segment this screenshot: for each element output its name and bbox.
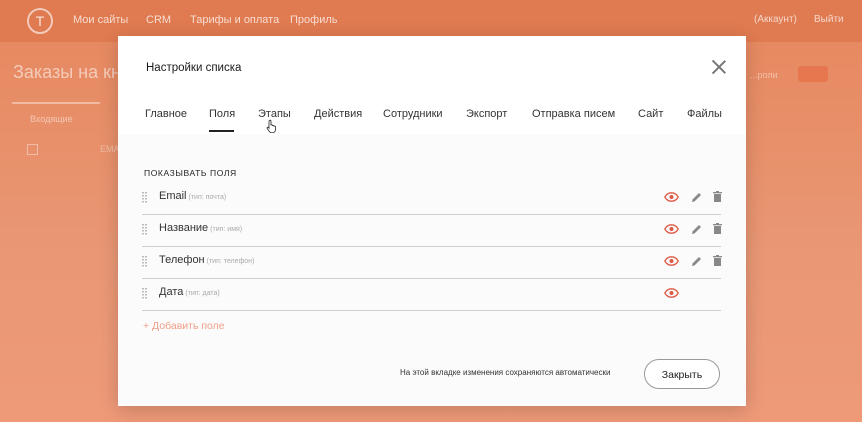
tab-export[interactable]: Экспорт <box>466 108 507 120</box>
account-label[interactable]: (Аккаунт) <box>754 14 797 25</box>
field-type: (тип: имя) <box>210 226 243 233</box>
eye-icon[interactable] <box>664 288 679 298</box>
trash-icon[interactable] <box>713 255 722 266</box>
show-fields-label: ПОКАЗЫВАТЬ ПОЛЯ <box>144 168 237 178</box>
tab-fields[interactable]: Поля <box>209 108 235 120</box>
drag-handle-icon[interactable] <box>142 224 148 236</box>
field-row-date: Дата (тип: дата) <box>142 278 721 311</box>
background-page-title: Заказы на кн <box>13 62 121 82</box>
field-name: Название (тип: имя) <box>159 222 243 234</box>
tab-employees[interactable]: Сотрудники <box>383 108 443 120</box>
drag-handle-icon[interactable] <box>142 192 148 204</box>
eye-icon[interactable] <box>664 256 679 266</box>
nav-my-sites[interactable]: Мои сайты <box>73 14 128 26</box>
drag-handle-icon[interactable] <box>142 288 148 300</box>
nav-profile[interactable]: Профиль <box>290 14 338 26</box>
tab-email-sending[interactable]: Отправка писем <box>532 108 615 120</box>
pencil-icon[interactable] <box>691 192 702 203</box>
eye-icon[interactable] <box>664 224 679 234</box>
modal-header: Настройки списка Главное Поля Этапы Дейс… <box>118 36 746 134</box>
trash-icon[interactable] <box>713 223 722 234</box>
field-type: (тип: дата) <box>185 290 220 297</box>
field-name: Дата (тип: дата) <box>159 286 220 298</box>
field-type: (тип: телефон) <box>206 258 255 265</box>
tab-actions[interactable]: Действия <box>314 108 362 120</box>
list-settings-modal: Настройки списка Главное Поля Этапы Дейс… <box>118 36 746 406</box>
logout-link[interactable]: Выйти <box>814 14 844 25</box>
background-row-snippet: EMA <box>100 144 120 154</box>
pencil-icon[interactable] <box>691 256 702 267</box>
nav-plans[interactable]: Тарифы и оплата <box>190 14 279 26</box>
field-type: (тип: почта) <box>188 194 227 201</box>
field-row-name: Название (тип: имя) <box>142 214 722 247</box>
add-field-link[interactable]: + Добавить поле <box>143 320 225 332</box>
field-name: Email (тип: почта) <box>159 190 227 202</box>
field-row-email: Email (тип: почта) <box>142 182 722 215</box>
modal-title: Настройки списка <box>146 62 242 74</box>
field-row-phone: Телефон (тип: телефон) <box>142 246 722 279</box>
tab-site[interactable]: Сайт <box>638 108 663 120</box>
nav-crm[interactable]: CRM <box>146 14 171 26</box>
background-action-button <box>798 66 828 82</box>
background-tab-inbox: Входящие <box>30 114 73 124</box>
trash-icon[interactable] <box>713 191 722 202</box>
pencil-icon[interactable] <box>691 224 702 235</box>
close-icon[interactable] <box>710 58 728 76</box>
tilda-logo[interactable]: T <box>27 8 53 34</box>
autosave-note: На этой вкладке изменения сохраняются ав… <box>400 368 611 377</box>
tab-main[interactable]: Главное <box>145 108 187 120</box>
field-name: Телефон (тип: телефон) <box>159 254 255 266</box>
drag-handle-icon[interactable] <box>142 256 148 268</box>
cursor-hand-icon <box>266 119 276 133</box>
background-right-label: ...роли <box>750 70 778 80</box>
active-tab-indicator <box>209 130 234 132</box>
close-button[interactable]: Закрыть <box>644 359 720 389</box>
background-checkbox <box>27 144 38 155</box>
eye-icon[interactable] <box>664 192 679 202</box>
background-tab-underline <box>12 102 100 104</box>
tab-files[interactable]: Файлы <box>687 108 722 120</box>
